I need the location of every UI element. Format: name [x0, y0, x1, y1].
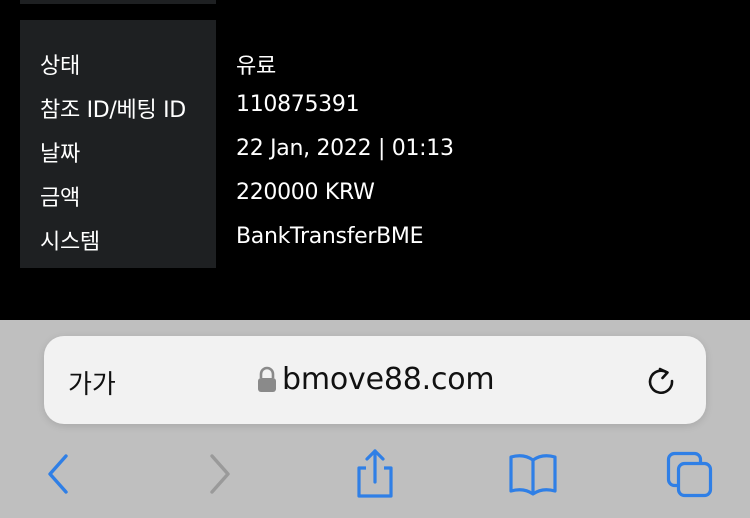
back-button[interactable]: [44, 448, 74, 500]
tabs-icon: [666, 451, 713, 498]
address-bar[interactable]: 가가 bmove88.com: [44, 336, 706, 424]
date-value: 22 Jan, 2022 | 01:13: [236, 136, 454, 161]
tabs-button[interactable]: [666, 448, 714, 500]
book-icon: [509, 454, 557, 496]
reference-label: 참조 ID/베팅 ID: [40, 98, 186, 123]
status-label: 상태: [40, 54, 80, 79]
date-label: 날짜: [40, 142, 80, 167]
lock-icon: [258, 366, 276, 392]
detail-row-date: 날짜 22 Jan, 2022 | 01:13: [20, 128, 720, 172]
reload-icon[interactable]: [644, 364, 678, 398]
text-size-button[interactable]: 가가: [68, 364, 116, 401]
amount-label: 금액: [40, 186, 80, 211]
bookmarks-button[interactable]: [508, 448, 558, 500]
share-icon: [357, 449, 393, 498]
system-label: 시스템: [40, 230, 100, 255]
chevron-right-icon: [210, 454, 230, 494]
status-value: 유료: [236, 54, 276, 79]
url-text: bmove88.com: [282, 362, 495, 397]
chevron-left-icon: [48, 454, 68, 494]
previous-card-edge: [20, 0, 216, 4]
detail-row-amount: 금액 220000 KRW: [20, 172, 720, 216]
browser-toolbar: 가가 bmove88.com: [0, 320, 750, 518]
transaction-details: 상태 유료 참조 ID/베팅 ID 110875391 날짜 22 Jan, 2…: [20, 20, 720, 268]
detail-row-reference: 참조 ID/베팅 ID 110875391: [20, 84, 720, 128]
detail-row-system: 시스템 BankTransferBME: [20, 216, 720, 260]
forward-button[interactable]: [204, 448, 234, 500]
system-value: BankTransferBME: [236, 224, 424, 249]
share-button[interactable]: [354, 448, 396, 500]
amount-value: 220000 KRW: [236, 180, 375, 205]
reference-value: 110875391: [236, 92, 360, 117]
detail-row-status: 상태 유료: [20, 40, 720, 84]
